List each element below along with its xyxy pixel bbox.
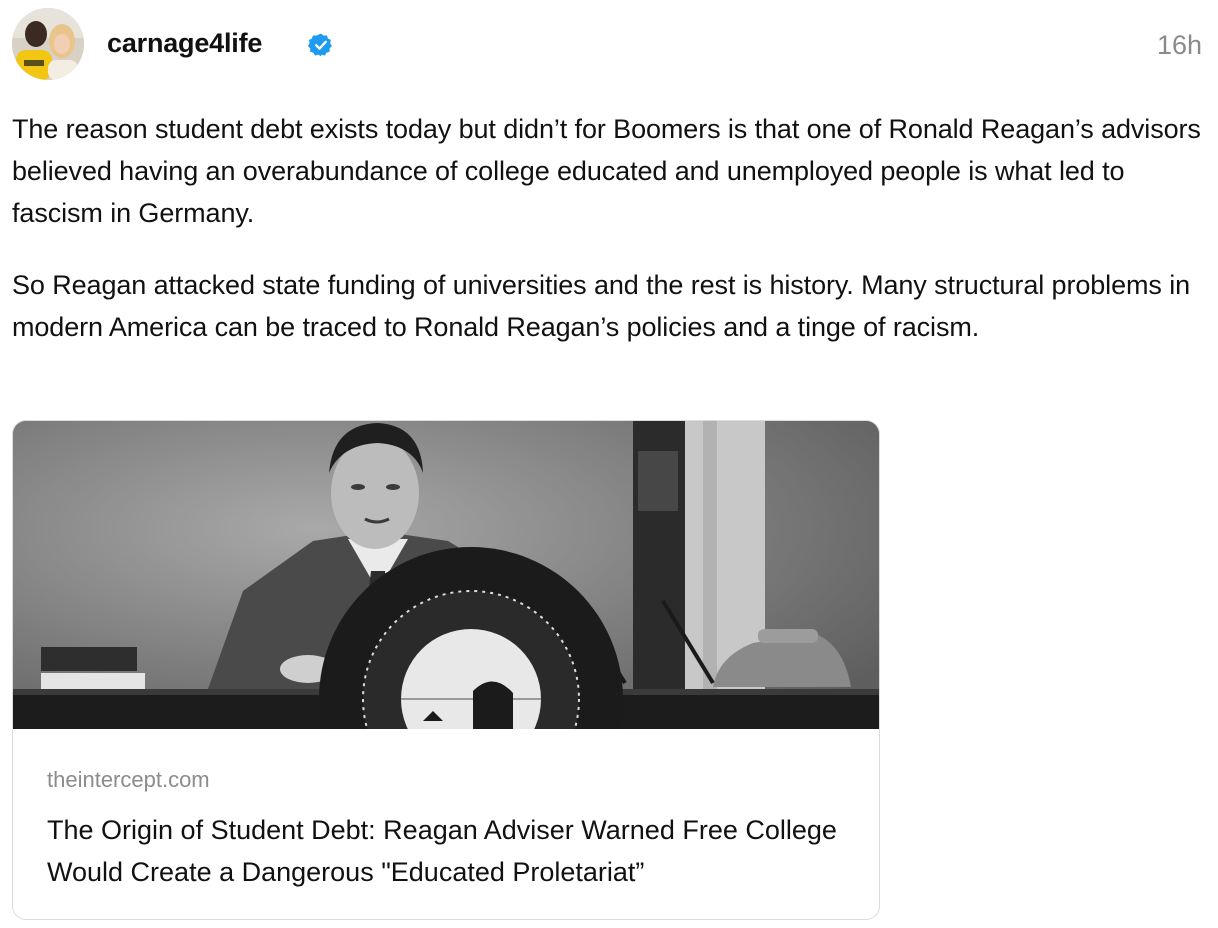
link-preview-card[interactable]: theintercept.com The Origin of Student D… [12, 420, 880, 920]
post-body: The reason student debt exists today but… [12, 108, 1212, 378]
link-preview-image [13, 421, 879, 729]
link-title[interactable]: The Origin of Student Debt: Reagan Advis… [47, 809, 867, 893]
username[interactable]: carnage4life [107, 28, 262, 59]
press-conference-photo-icon [13, 421, 879, 729]
post-header: carnage4life 16h [12, 8, 1202, 82]
link-domain: theintercept.com [47, 767, 210, 792]
post-paragraph: The reason student debt exists today but… [12, 114, 1201, 228]
post-paragraph: So Reagan attacked state funding of univ… [12, 270, 1191, 342]
profile-photo-icon [12, 8, 84, 80]
timestamp[interactable]: 16h [1157, 30, 1202, 61]
avatar[interactable] [12, 8, 84, 80]
verified-badge-icon [308, 33, 332, 57]
post: carnage4life 16h The reason student debt… [0, 0, 1218, 928]
